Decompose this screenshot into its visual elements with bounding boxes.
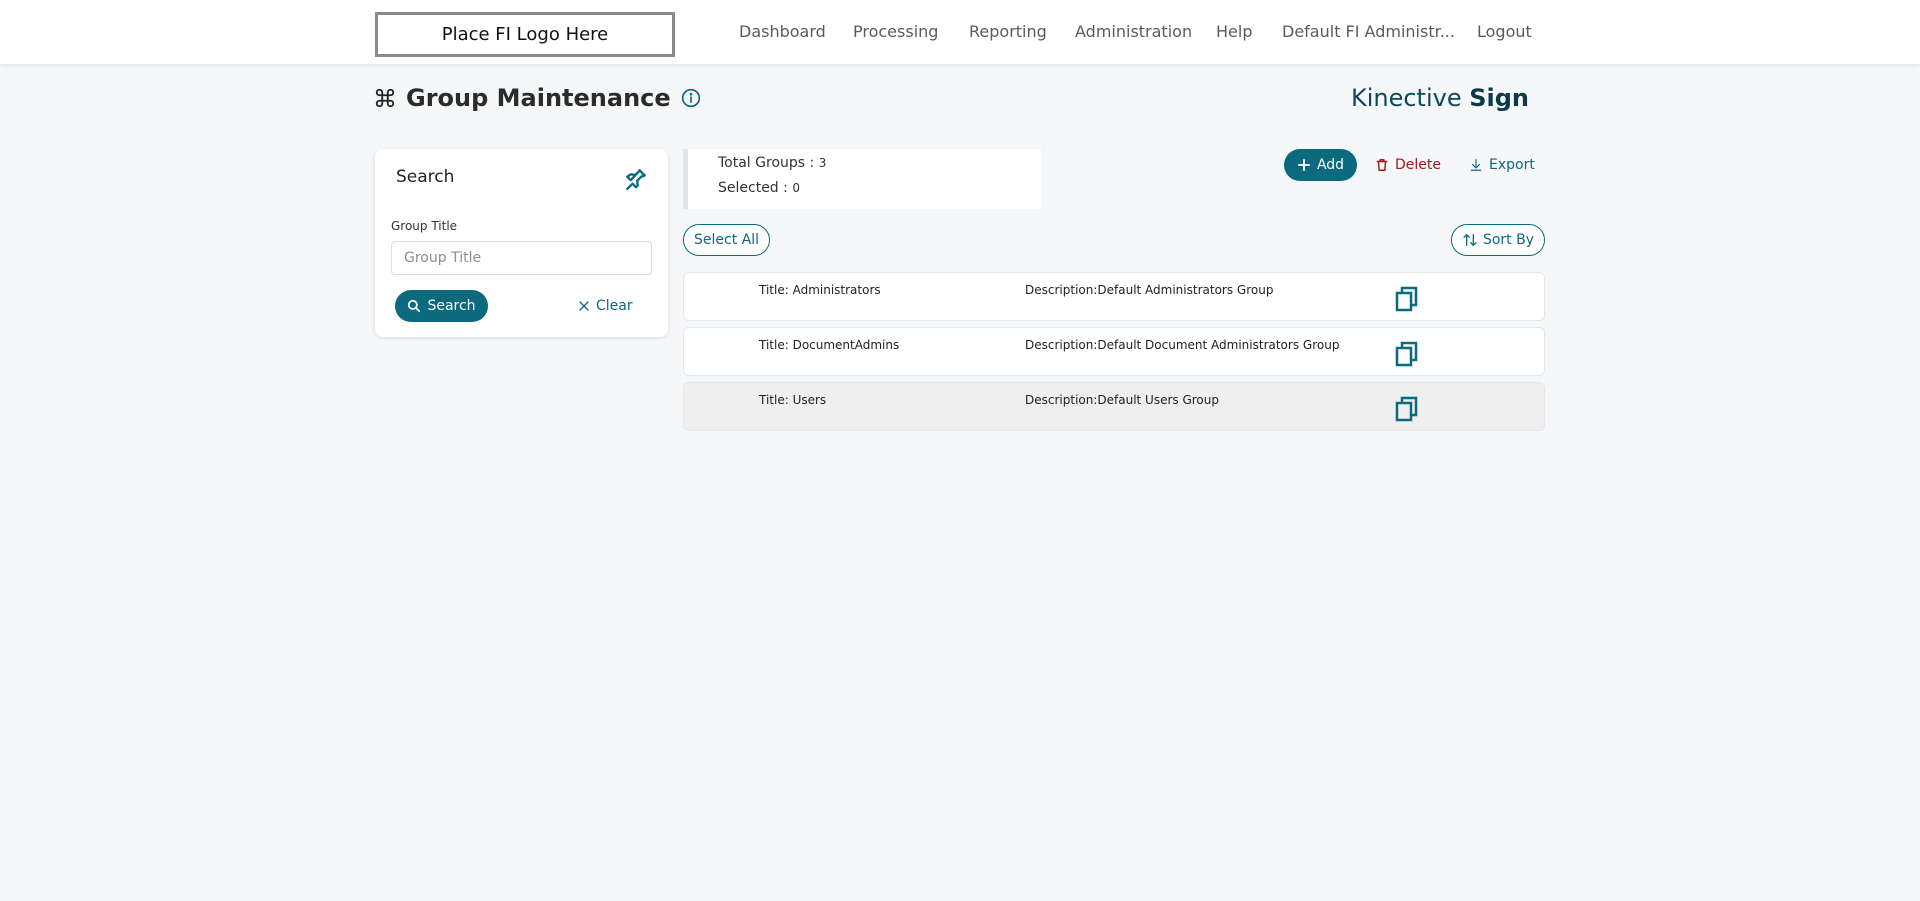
group-title: Title: DocumentAdmins	[759, 338, 900, 352]
total-groups: Total Groups : 3	[718, 155, 826, 171]
search-panel-heading: Search	[396, 167, 455, 187]
delete-button-label: Delete	[1395, 157, 1441, 173]
export-button-label: Export	[1489, 157, 1535, 173]
selected-count-label: Selected :	[718, 180, 793, 196]
search-icon	[408, 299, 421, 313]
clear-button-label: Clear	[596, 298, 633, 314]
download-icon	[1470, 159, 1482, 171]
page-header: Group Maintenance	[374, 80, 701, 116]
sort-by-button[interactable]: Sort By	[1451, 224, 1545, 256]
pin-icon[interactable]	[622, 165, 650, 193]
select-all-button[interactable]: Select All	[683, 224, 770, 256]
group-title: Title: Users	[759, 393, 827, 407]
nav-processing[interactable]: Processing	[853, 22, 938, 41]
trash-icon	[1376, 159, 1388, 171]
info-icon[interactable]	[681, 88, 701, 108]
command-icon	[374, 87, 396, 109]
group-row[interactable]: Title: Administrators Description:Defaul…	[683, 272, 1545, 321]
search-button-label: Search	[427, 298, 476, 314]
nav-user-menu[interactable]: Default FI Administr...	[1282, 22, 1455, 41]
sort-icon	[1463, 234, 1477, 246]
totals-summary: Total Groups : 3 Selected : 0	[683, 149, 1041, 209]
group-title: Title: Administrators	[759, 283, 881, 297]
nav-dashboard[interactable]: Dashboard	[739, 22, 826, 41]
selected-count-value: 0	[792, 181, 800, 195]
copy-icon[interactable]	[1394, 285, 1420, 313]
delete-button[interactable]: Delete	[1375, 149, 1441, 181]
total-groups-value: 3	[818, 156, 827, 170]
group-description: Description:Default Users Group	[1025, 393, 1219, 407]
add-button-label: Add	[1316, 157, 1345, 173]
group-title-label: Group Title	[391, 219, 458, 233]
plus-icon	[1297, 158, 1311, 172]
clear-button[interactable]: Clear	[578, 290, 633, 322]
copy-icon[interactable]	[1394, 340, 1420, 368]
total-groups-label: Total Groups :	[718, 155, 819, 171]
close-icon	[579, 301, 589, 311]
brand-logo: Kinective Sign	[1351, 84, 1529, 112]
nav-help[interactable]: Help	[1216, 22, 1252, 41]
group-row[interactable]: Title: Users Description:Default Users G…	[683, 382, 1545, 431]
top-navigation-bar: Place FI Logo Here Dashboard Processing …	[0, 0, 1920, 64]
add-button[interactable]: Add	[1284, 149, 1357, 181]
brand-name-bold: Sign	[1469, 84, 1529, 112]
group-row[interactable]: Title: DocumentAdmins Description:Defaul…	[683, 327, 1545, 376]
page-title: Group Maintenance	[406, 84, 671, 112]
nav-reporting[interactable]: Reporting	[969, 22, 1047, 41]
sort-by-label: Sort By	[1482, 232, 1535, 248]
brand-name-light: Kinective	[1350, 84, 1470, 112]
nav-logout[interactable]: Logout	[1477, 22, 1532, 41]
selected-count: Selected : 0	[718, 180, 800, 196]
nav-administration[interactable]: Administration	[1075, 22, 1192, 41]
group-description: Description:Default Document Administrat…	[1025, 338, 1340, 352]
search-button[interactable]: Search	[395, 290, 488, 322]
search-panel: Search Group Title Search Clear	[375, 149, 668, 337]
export-button[interactable]: Export	[1469, 149, 1535, 181]
group-title-input[interactable]	[391, 241, 652, 275]
group-description: Description:Default Administrators Group	[1025, 283, 1274, 297]
fi-logo-placeholder[interactable]: Place FI Logo Here	[375, 12, 675, 57]
copy-icon[interactable]	[1394, 395, 1420, 423]
